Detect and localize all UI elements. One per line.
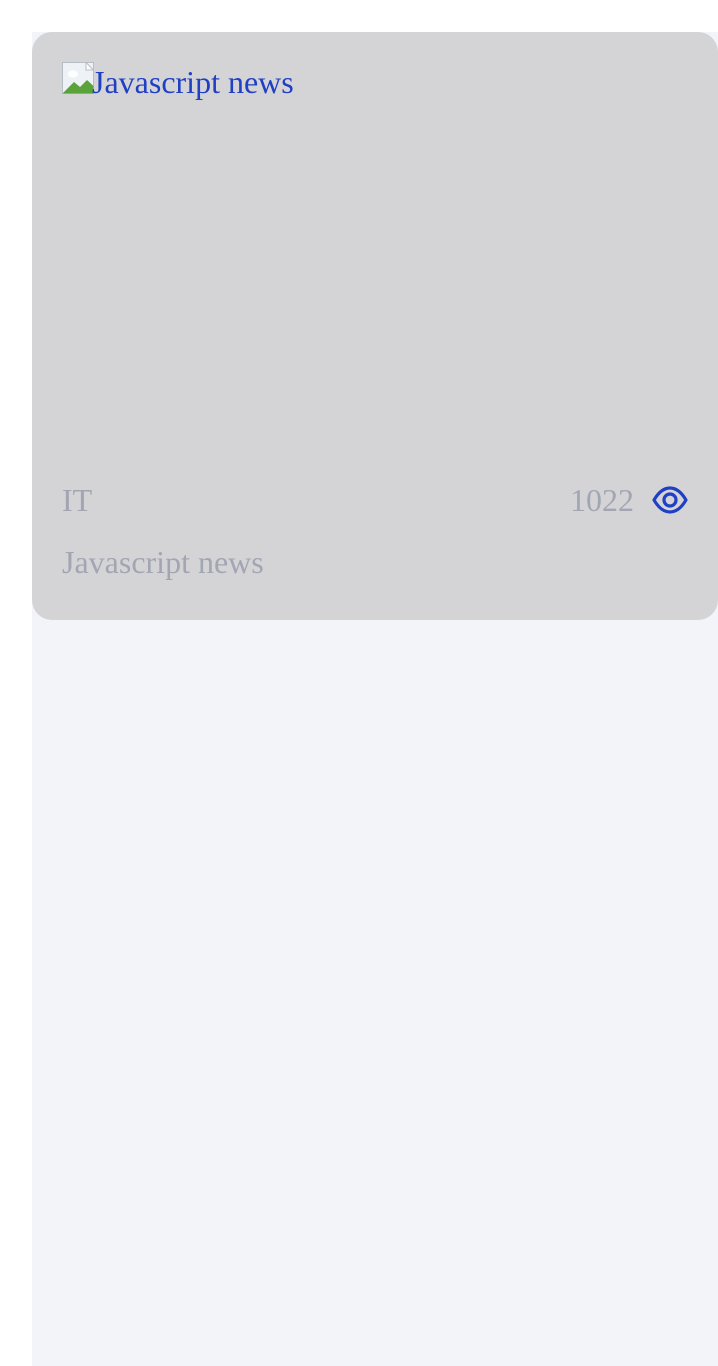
views-counter: 1022 xyxy=(570,482,688,519)
page-container: Javascript news IT 1022 Javascript news xyxy=(32,32,718,1366)
view-count: 1022 xyxy=(570,481,634,518)
category-label: IT xyxy=(62,481,93,518)
broken-image-icon xyxy=(62,62,94,94)
news-card[interactable]: Javascript news IT 1022 Javascript news xyxy=(32,32,718,620)
image-alt-text: Javascript news xyxy=(92,64,294,100)
card-title[interactable]: Javascript news xyxy=(62,544,264,581)
card-meta: IT 1022 xyxy=(62,480,688,520)
eye-icon xyxy=(652,486,688,514)
news-image[interactable]: Javascript news xyxy=(62,62,294,104)
